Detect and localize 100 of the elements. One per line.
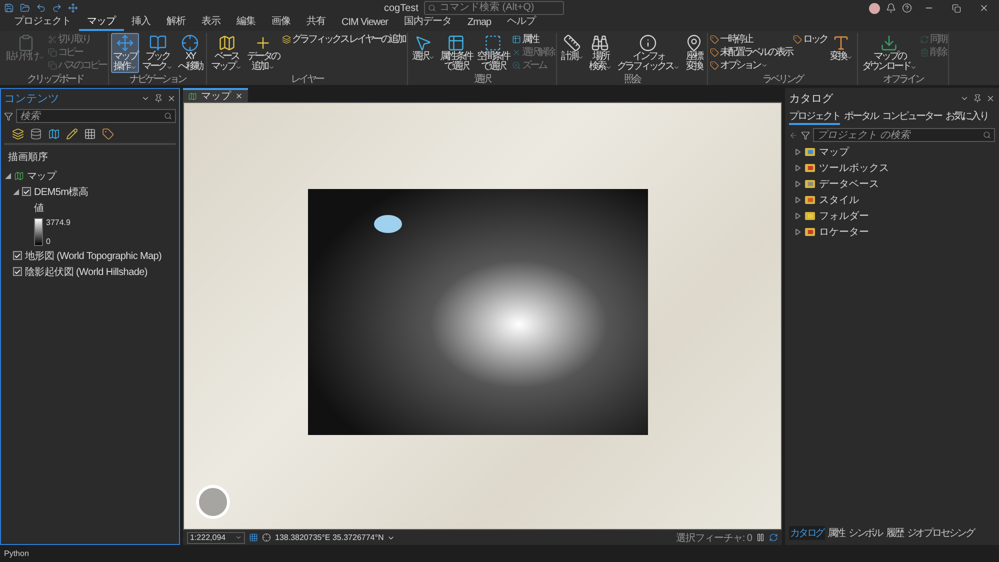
- search-field[interactable]: プロジェクト の検索: [813, 128, 995, 142]
- tool-icon: [512, 48, 521, 56]
- ribbon-tab[interactable]: Zmap: [460, 17, 500, 31]
- caret-icon: [38, 54, 45, 60]
- ribbon-tab[interactable]: 編集: [228, 14, 264, 31]
- ribbon-tab[interactable]: CIM Viewer: [334, 17, 396, 31]
- caret-icon: [166, 64, 173, 70]
- layer-name[interactable]: 陰影起伏図 (World Hillshade): [25, 264, 148, 278]
- caret-icon: [576, 54, 584, 60]
- catalog-tab[interactable]: ポータル: [844, 109, 878, 125]
- tool-icon: [563, 34, 582, 52]
- ribbon-button[interactable]: データの 追加: [245, 33, 281, 73]
- search-field[interactable]: 検索: [16, 109, 176, 123]
- caret-icon: [235, 64, 242, 70]
- ribbon-small-button[interactable]: 未配置ラベルの表示: [710, 46, 792, 58]
- expand-icon[interactable]: [795, 196, 801, 202]
- ribbon-tab[interactable]: 挿入: [124, 14, 158, 31]
- pane-tab[interactable]: シンボル: [847, 526, 884, 540]
- tool-icon: [920, 34, 929, 44]
- ribbon-tab[interactable]: 国内データ: [396, 14, 460, 31]
- ribbon-button[interactable]: 座標 変換: [682, 33, 705, 73]
- ribbon-button[interactable]: ブック マーク: [140, 33, 175, 73]
- layer-checkbox[interactable]: [22, 187, 31, 196]
- catalog-tab[interactable]: お気に入り: [946, 109, 988, 125]
- layer-checkbox[interactable]: [13, 267, 22, 276]
- ribbon-button[interactable]: 場所 検索: [586, 33, 614, 73]
- ribbon-button[interactable]: マップ 操作: [111, 33, 139, 73]
- expand-icon[interactable]: [795, 212, 801, 218]
- grid-icon: [84, 128, 96, 140]
- expand-icon[interactable]: [795, 228, 801, 234]
- catalog-tab[interactable]: プロジェクト: [789, 109, 840, 125]
- redo-icon: [52, 3, 62, 13]
- catalog-tab[interactable]: コンピューター: [882, 109, 942, 125]
- command-search-field[interactable]: コマンド検索 (Alt+Q): [424, 1, 564, 15]
- pane-tab[interactable]: ジオプロセシング: [906, 526, 976, 540]
- ribbon-button[interactable]: マップの ダウンロード: [860, 33, 919, 73]
- ribbon-tab[interactable]: 共有: [298, 14, 334, 31]
- tool-icon: [254, 34, 272, 52]
- ribbon-small-button[interactable]: ロック: [792, 33, 827, 45]
- legend-title: 値: [34, 202, 44, 215]
- user-avatar[interactable]: [869, 2, 880, 14]
- expand-icon[interactable]: [13, 188, 19, 194]
- ribbon-button[interactable]: 変換: [828, 33, 855, 63]
- group-label: オフライン: [882, 74, 924, 85]
- catalog-item[interactable]: スタイル: [789, 193, 995, 206]
- ribbon-button[interactable]: ベース マップ: [209, 33, 244, 73]
- catalog-item[interactable]: データベース: [789, 177, 995, 190]
- save-icon: [4, 3, 14, 13]
- layer-name[interactable]: マップ: [27, 168, 56, 182]
- search-icon: [983, 131, 991, 139]
- map-tab[interactable]: マップ: [183, 88, 248, 102]
- selected-features-text: 選択フィーチャ: 0: [676, 532, 752, 544]
- ribbon-tab[interactable]: 解析: [158, 14, 194, 31]
- ribbon-small-button[interactable]: グラフィックス レイヤーの追加: [282, 33, 405, 45]
- status-text[interactable]: Python: [0, 545, 999, 562]
- caret-icon: [760, 62, 768, 68]
- catalog-item[interactable]: マップ: [789, 145, 995, 158]
- layer-checkbox[interactable]: [13, 251, 22, 260]
- tool-icon: [591, 34, 610, 52]
- ribbon-tab[interactable]: 画像: [264, 14, 298, 31]
- ribbon-small-button[interactable]: 一時停止: [710, 33, 792, 45]
- pane-tab[interactable]: カタログ: [789, 526, 825, 540]
- layer-name[interactable]: DEM5m標高: [34, 184, 88, 198]
- ribbon-button[interactable]: XY へ移動: [176, 33, 204, 73]
- tool-icon: [181, 34, 199, 52]
- tool-icon: [48, 60, 57, 70]
- expand-icon[interactable]: [5, 172, 11, 178]
- group-label: ラベリング: [761, 74, 804, 85]
- scale-field[interactable]: 1:222,094: [187, 532, 245, 544]
- group-label: レイヤー: [290, 74, 324, 85]
- coordinates-text: 138.3820735°E 35.3726774°N: [275, 533, 384, 542]
- bell-icon: [886, 3, 896, 13]
- layer-name[interactable]: 地形図 (World Topographic Map): [25, 248, 162, 262]
- caret-icon: [846, 54, 853, 60]
- folder-icon: [20, 3, 30, 13]
- group-label: 選択: [472, 74, 492, 85]
- ribbon-small-button[interactable]: 属性: [512, 33, 554, 45]
- tool-icon: [16, 34, 34, 52]
- expand-icon[interactable]: [795, 148, 801, 154]
- map-image[interactable]: [183, 102, 782, 530]
- catalog-item[interactable]: ツールボックス: [789, 161, 995, 174]
- ribbon-button[interactable]: 空間条件 で選択: [474, 33, 511, 73]
- ribbon-button[interactable]: 選択: [410, 33, 437, 63]
- pane-tab[interactable]: 属性: [826, 526, 846, 540]
- expand-icon[interactable]: [795, 180, 801, 186]
- ribbon-button[interactable]: 計測: [558, 33, 586, 63]
- expand-icon[interactable]: [795, 164, 801, 170]
- ribbon-tab[interactable]: 表示: [194, 14, 228, 31]
- legend-value: 3774.9: [46, 218, 70, 227]
- ribbon-tab[interactable]: ヘルプ: [499, 14, 544, 31]
- ribbon-button[interactable]: インフォ グラフィックス: [614, 33, 682, 73]
- ribbon-tab[interactable]: プロジェクト: [6, 14, 79, 31]
- pane-tab[interactable]: 履歴: [885, 526, 904, 540]
- map-icon: [14, 170, 24, 180]
- filter-icon: [801, 130, 810, 140]
- search-icon: [428, 4, 436, 12]
- catalog-item[interactable]: フォルダー: [789, 209, 995, 222]
- ribbon-small-button[interactable]: オプション: [710, 59, 792, 71]
- catalog-item[interactable]: ロケーター: [789, 225, 995, 238]
- ribbon-button[interactable]: 属性条件 で選択: [438, 33, 474, 73]
